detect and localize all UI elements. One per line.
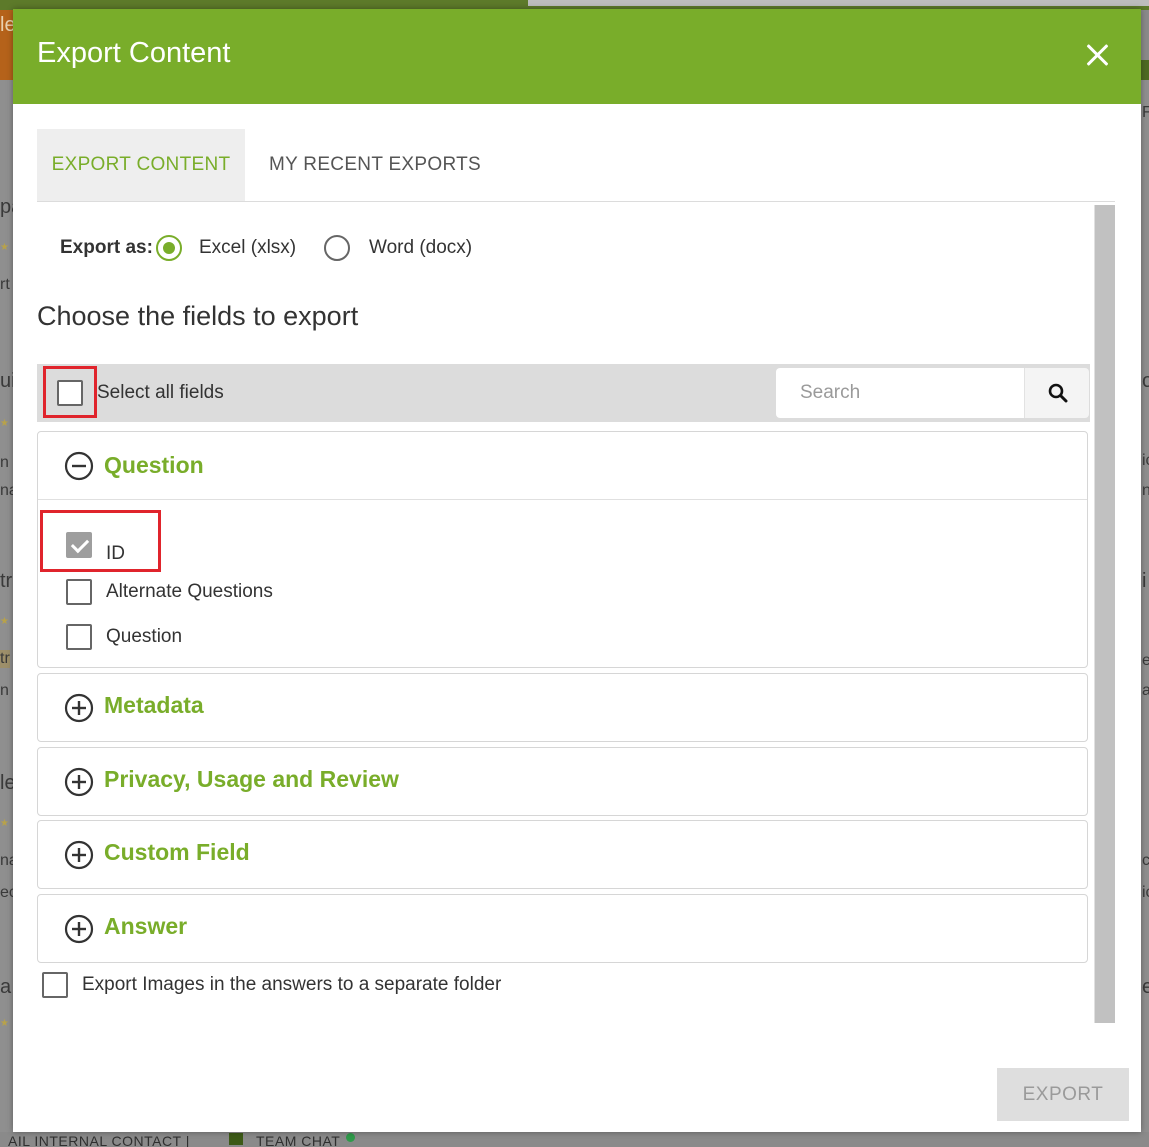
group-privacy-usage-review: Privacy, Usage and Review [37,747,1088,816]
field-alternate-questions-label[interactable]: Alternate Questions [106,581,273,603]
close-icon[interactable] [1081,39,1115,73]
export-button[interactable]: EXPORT [997,1068,1129,1121]
background-star-icon: ★ [0,1018,9,1029]
field-id-label: ID [106,543,125,564]
background-text-fragment: o [1142,370,1149,392]
export-content-modal: Export Content EXPORT CONTENT MY RECENT … [13,9,1141,1132]
scrollbar[interactable] [1094,205,1115,1023]
excel-radio[interactable] [156,235,182,261]
group-answer: Answer [37,894,1088,963]
group-divider [38,499,1087,500]
export-images-checkbox[interactable] [42,972,68,998]
background-text-fragment: ic [1142,884,1149,901]
export-as-label: Export as: [60,237,153,258]
group-question: Question ID Alternate Questions Question [37,431,1088,668]
modal-title: Export Content [37,37,231,69]
background-star-icon: ★ [0,616,9,627]
search-input[interactable] [776,368,1024,418]
background-text-fragment: e [1142,652,1149,669]
background-star-icon: ★ [0,818,9,829]
group-title-question[interactable]: Question [104,452,204,479]
plus-circle-icon[interactable] [64,767,94,797]
search-box [776,368,1024,418]
field-alternate-questions-checkbox[interactable] [66,579,92,605]
export-images-label[interactable]: Export Images in the answers to a separa… [82,974,501,996]
excel-radio-label[interactable]: Excel (xlsx) [199,237,296,259]
minus-circle-icon[interactable] [64,451,94,481]
background-text-fragment: a [0,976,12,998]
background-star-icon: ★ [0,418,9,429]
online-status-dot-icon [346,1133,355,1142]
background-text-fragment: c [1142,852,1149,869]
tab-my-recent-exports[interactable]: MY RECENT EXPORTS [257,129,493,201]
background-star-icon: ★ [0,242,9,253]
fields-heading: Choose the fields to export [37,301,359,331]
field-question-checkbox[interactable] [66,624,92,650]
background-text-fragment: rt [0,276,10,293]
tab-export-content[interactable]: EXPORT CONTENT [37,129,245,201]
group-title-answer[interactable]: Answer [104,913,187,940]
group-metadata: Metadata [37,673,1088,742]
word-radio[interactable] [324,235,350,261]
chat-icon [229,1133,243,1145]
group-title-metadata[interactable]: Metadata [104,692,204,719]
background-text-fragment: F [1142,104,1149,121]
select-all-label[interactable]: Select all fields [97,382,224,404]
background-text-fragment: at [1142,682,1149,699]
plus-circle-icon[interactable] [64,693,94,723]
select-all-checkbox[interactable] [57,380,83,406]
word-radio-label[interactable]: Word (docx) [369,237,472,259]
background-text-fragment: tr [0,570,13,592]
background-text-fragment: n [0,454,9,471]
background-text-fragment: ic [1142,452,1149,469]
search-button[interactable] [1024,368,1089,418]
group-custom-field: Custom Field [37,820,1088,889]
group-title-privacy-usage-review[interactable]: Privacy, Usage and Review [104,766,399,793]
highlight-box [40,510,161,572]
group-title-custom-field[interactable]: Custom Field [104,839,250,866]
plus-circle-icon[interactable] [64,840,94,870]
background-text-fragment: n [1142,482,1149,499]
background-text-fragment: e [1142,976,1149,998]
modal-tabs: EXPORT CONTENT MY RECENT EXPORTS [37,129,1115,202]
background-top-bar-right [528,0,1149,6]
plus-circle-icon[interactable] [64,914,94,944]
background-team-chat-link: TEAM CHAT [256,1133,341,1147]
field-id-checkbox [66,532,92,558]
field-question-label[interactable]: Question [106,626,182,648]
modal-header: Export Content [13,9,1141,104]
background-text-fragment: tr [0,650,10,668]
background-text-fragment: i [1142,570,1147,592]
search-icon [1048,383,1068,403]
background-internal-contact-link: AIL INTERNAL CONTACT | [8,1133,190,1147]
